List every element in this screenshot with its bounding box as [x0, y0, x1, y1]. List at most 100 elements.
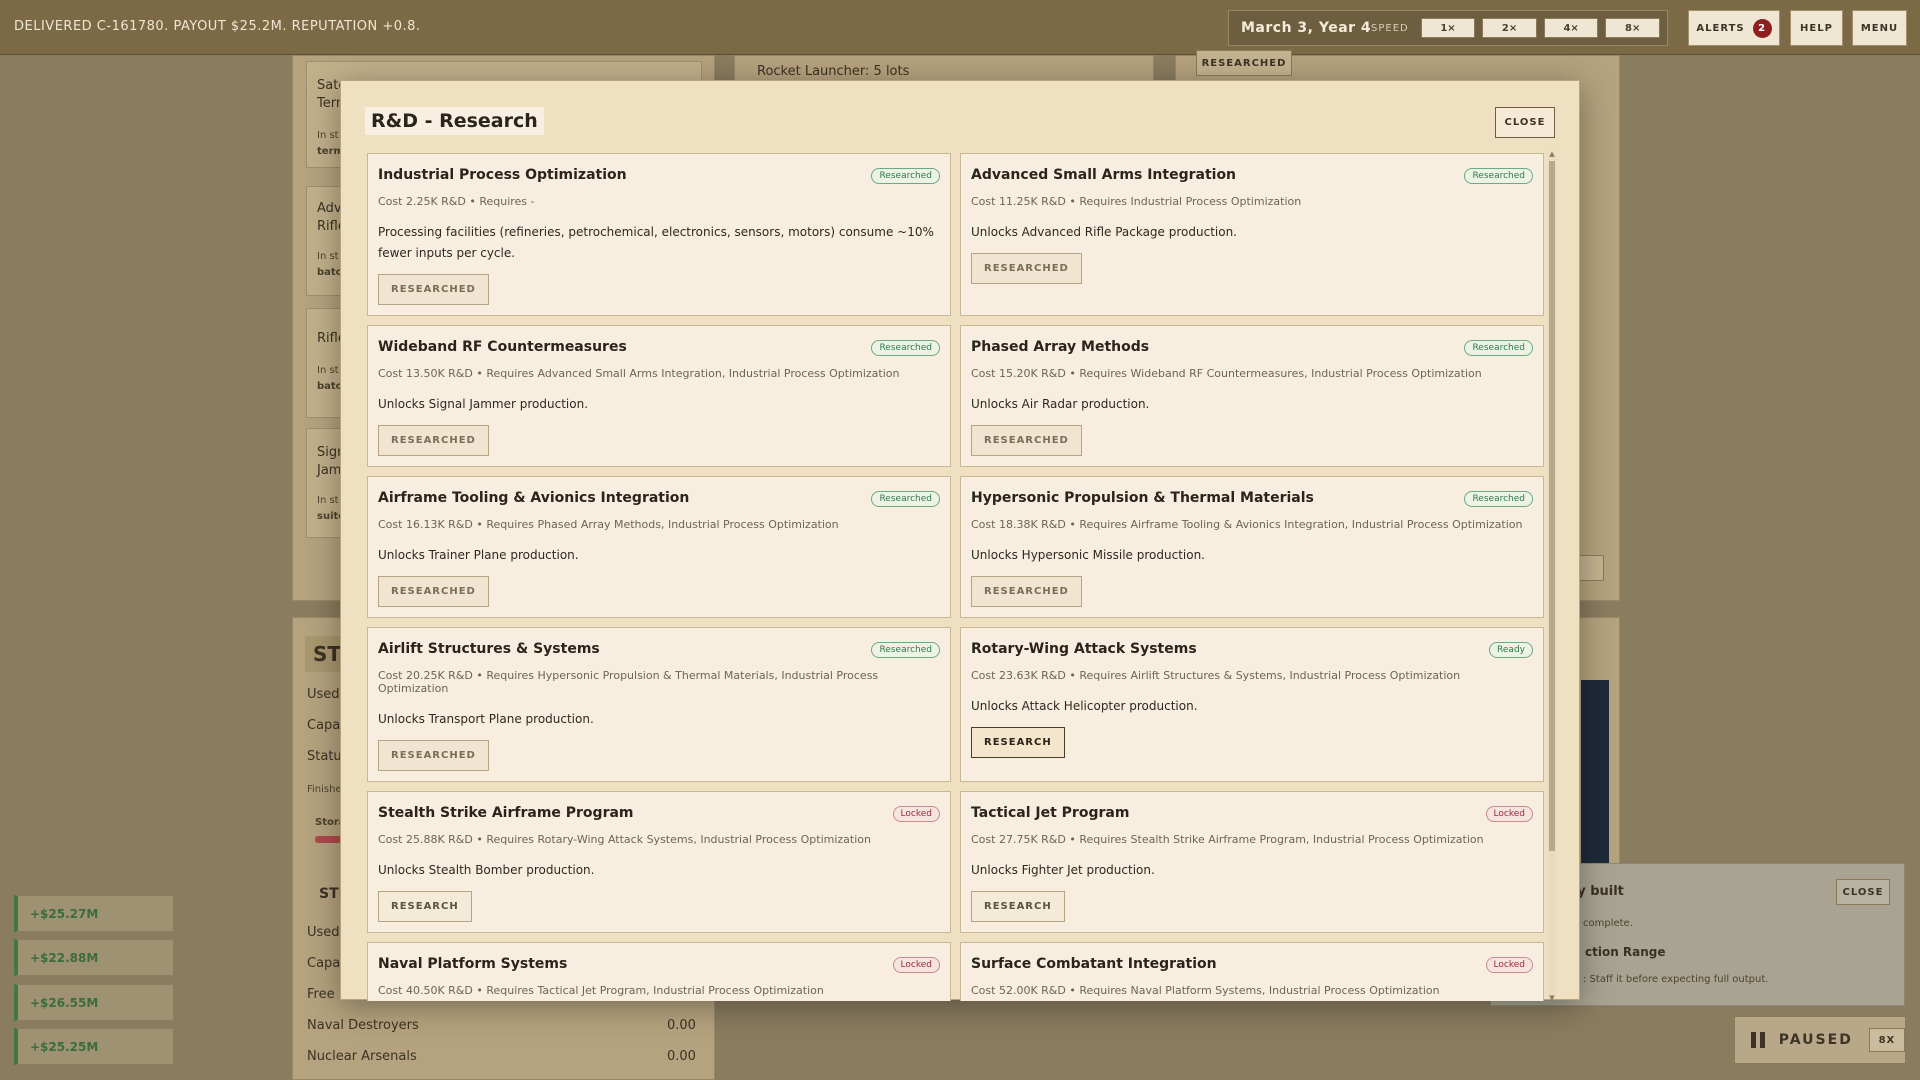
research-title: Naval Platform Systems — [378, 956, 568, 972]
research-modal: R&D - Research CLOSE Industrial Process … — [340, 80, 1580, 1002]
research-description: Unlocks Fighter Jet production. — [971, 863, 1155, 877]
speed-label: SPEED — [1371, 22, 1409, 34]
research-cost-requirements: Cost 40.50K R&D • Requires Tactical Jet … — [378, 984, 824, 997]
research-title: Tactical Jet Program — [971, 805, 1130, 821]
speed-2x-button[interactable]: 2× — [1482, 18, 1537, 38]
card-line: batc — [317, 267, 342, 278]
status-badge: Researched — [871, 168, 940, 184]
scroll-thumb[interactable] — [1549, 161, 1555, 851]
card-line: In st — [317, 251, 339, 262]
research-title: Airlift Structures & Systems — [378, 641, 600, 657]
researched-button[interactable]: RESEARCHED — [378, 425, 489, 456]
research-description: Unlocks Advanced Rifle Package productio… — [971, 225, 1237, 239]
pause-toggle[interactable]: PAUSED 8X — [1734, 1016, 1906, 1064]
modal-scrollbar[interactable]: ▲ ▼ — [1548, 150, 1556, 1002]
research-card: Industrial Process Optimization Researche… — [367, 153, 951, 316]
inventory-name: Naval Destroyers — [307, 1018, 419, 1033]
menu-button[interactable]: MENU — [1852, 10, 1907, 46]
inventory-value: 0.00 — [667, 1049, 696, 1064]
research-button[interactable]: RESEARCH — [971, 891, 1065, 922]
research-card: Hypersonic Propulsion & Thermal Material… — [960, 476, 1544, 618]
research-title: Phased Array Methods — [971, 339, 1150, 355]
research-description: Unlocks Attack Helicopter production. — [971, 699, 1198, 713]
research-cost-requirements: Cost 18.38K R&D • Requires Airframe Tool… — [971, 518, 1523, 531]
pause-icon — [1751, 1032, 1765, 1048]
money-feed-item: +$22.88M — [14, 939, 174, 976]
status-badge: Locked — [1485, 806, 1533, 822]
researched-button[interactable]: RESEARCHED — [971, 253, 1082, 284]
money-feed-item: +$26.55M — [14, 984, 174, 1021]
money-feed-item: +$25.25M — [14, 1028, 174, 1065]
card-line: batc — [317, 381, 342, 392]
speed-4x-button[interactable]: 4× — [1543, 18, 1599, 38]
research-cost-requirements: Cost 11.25K R&D • Requires Industrial Pr… — [971, 195, 1302, 208]
scroll-up-icon[interactable]: ▲ — [1548, 150, 1556, 158]
research-description: Processing facilities (refineries, petro… — [378, 225, 934, 260]
research-title: Stealth Strike Airframe Program — [378, 805, 634, 821]
researched-button[interactable]: RESEARCHED — [378, 274, 489, 305]
research-list[interactable]: Industrial Process Optimization Researche… — [367, 153, 1552, 1001]
speed-8x-button[interactable]: 8× — [1605, 18, 1660, 38]
research-card: Airframe Tooling & Avionics Integration R… — [367, 476, 951, 618]
researched-button[interactable]: RESEARCHED — [971, 425, 1082, 456]
toast-close-button[interactable]: CLOSE — [1836, 879, 1890, 905]
inventory-name: Nuclear Arsenals — [307, 1049, 417, 1064]
map-view[interactable] — [1581, 680, 1609, 865]
research-cost-requirements: Cost 20.25K R&D • Requires Hypersonic Pr… — [378, 669, 879, 695]
alerts-button[interactable]: ALERTS 2 — [1688, 10, 1780, 46]
research-cost-requirements: Cost 25.88K R&D • Requires Rotary-Wing A… — [378, 833, 871, 846]
card-line: In st — [317, 130, 339, 141]
research-cost-requirements: Cost 52.00K R&D • Requires Naval Platfor… — [971, 984, 1440, 997]
research-button[interactable]: RESEARCH — [378, 891, 472, 922]
research-cost-requirements: Cost 13.50K R&D • Requires Advanced Smal… — [378, 367, 900, 380]
researched-button[interactable]: RESEARCHED — [971, 576, 1082, 607]
help-button[interactable]: HELP — [1790, 10, 1843, 46]
event-ticker: DELIVERED C-161780. PAYOUT $25.2M. REPUT… — [14, 19, 421, 34]
status-badge: Researched — [1464, 491, 1533, 507]
speed-1x-button[interactable]: 1× — [1420, 18, 1476, 38]
card-line: In st — [317, 495, 339, 506]
research-title: Surface Combatant Integration — [971, 956, 1217, 972]
modal-close-button[interactable]: CLOSE — [1495, 107, 1555, 138]
research-description: Unlocks Air Radar production. — [971, 397, 1150, 411]
research-description: Unlocks Hypersonic Missile production. — [971, 548, 1205, 562]
status-badge: Locked — [892, 957, 940, 973]
alerts-label: ALERTS — [1696, 22, 1745, 34]
toast-line: : Staff it before expecting full output. — [1583, 974, 1769, 985]
paused-speed-button[interactable]: 8X — [1868, 1028, 1905, 1052]
research-card: Wideband RF Countermeasures Researched Cos… — [367, 325, 951, 467]
research-card: Advanced Small Arms Integration Researche… — [960, 153, 1544, 316]
research-title: Advanced Small Arms Integration — [971, 167, 1237, 183]
storage-row-label: Free — [307, 987, 335, 1002]
research-grid: Industrial Process Optimization Researche… — [367, 153, 1552, 1001]
research-cost-requirements: Cost 2.25K R&D • Requires - — [378, 195, 535, 208]
card-line: In st — [317, 365, 339, 376]
status-badge: Locked — [892, 806, 940, 822]
researched-button[interactable]: RESEARCHED — [1196, 50, 1292, 76]
research-card: Phased Array Methods Researched Cost 15.20… — [960, 325, 1544, 467]
paused-label: PAUSED — [1778, 1032, 1853, 1048]
research-card: Surface Combatant Integration Locked Cost … — [960, 942, 1544, 1001]
status-badge: Researched — [871, 340, 940, 356]
scroll-down-icon[interactable]: ▼ — [1548, 994, 1556, 1002]
researched-button[interactable]: RESEARCHED — [378, 740, 489, 771]
research-card: Rotary-Wing Attack Systems Ready Cost 23.6… — [960, 627, 1544, 782]
research-card: Stealth Strike Airframe Program Locked Cos… — [367, 791, 951, 933]
toast-line: ction Range — [1585, 945, 1666, 959]
researched-button[interactable]: RESEARCHED — [378, 576, 489, 607]
game-date: March 3, Year 4 — [1241, 20, 1372, 36]
status-badge: Researched — [871, 642, 940, 658]
research-description: Unlocks Trainer Plane production. — [378, 548, 579, 562]
inventory-value: 0.00 — [667, 1018, 696, 1033]
top-bar: DELIVERED C-161780. PAYOUT $25.2M. REPUT… — [0, 0, 1920, 55]
research-title: Industrial Process Optimization — [378, 167, 627, 183]
research-description: Unlocks Transport Plane production. — [378, 712, 594, 726]
research-button[interactable]: RESEARCH — [971, 727, 1065, 758]
status-badge: Ready — [1489, 642, 1533, 658]
money-feed-item: +$25.27M — [14, 895, 174, 932]
research-card: Airlift Structures & Systems Researched Co… — [367, 627, 951, 782]
research-cost-requirements: Cost 23.63K R&D • Requires Airlift Struc… — [971, 669, 1461, 682]
storage-fill-bar — [315, 836, 341, 843]
status-badge: Researched — [871, 491, 940, 507]
storage-row-label: Used — [307, 925, 340, 940]
